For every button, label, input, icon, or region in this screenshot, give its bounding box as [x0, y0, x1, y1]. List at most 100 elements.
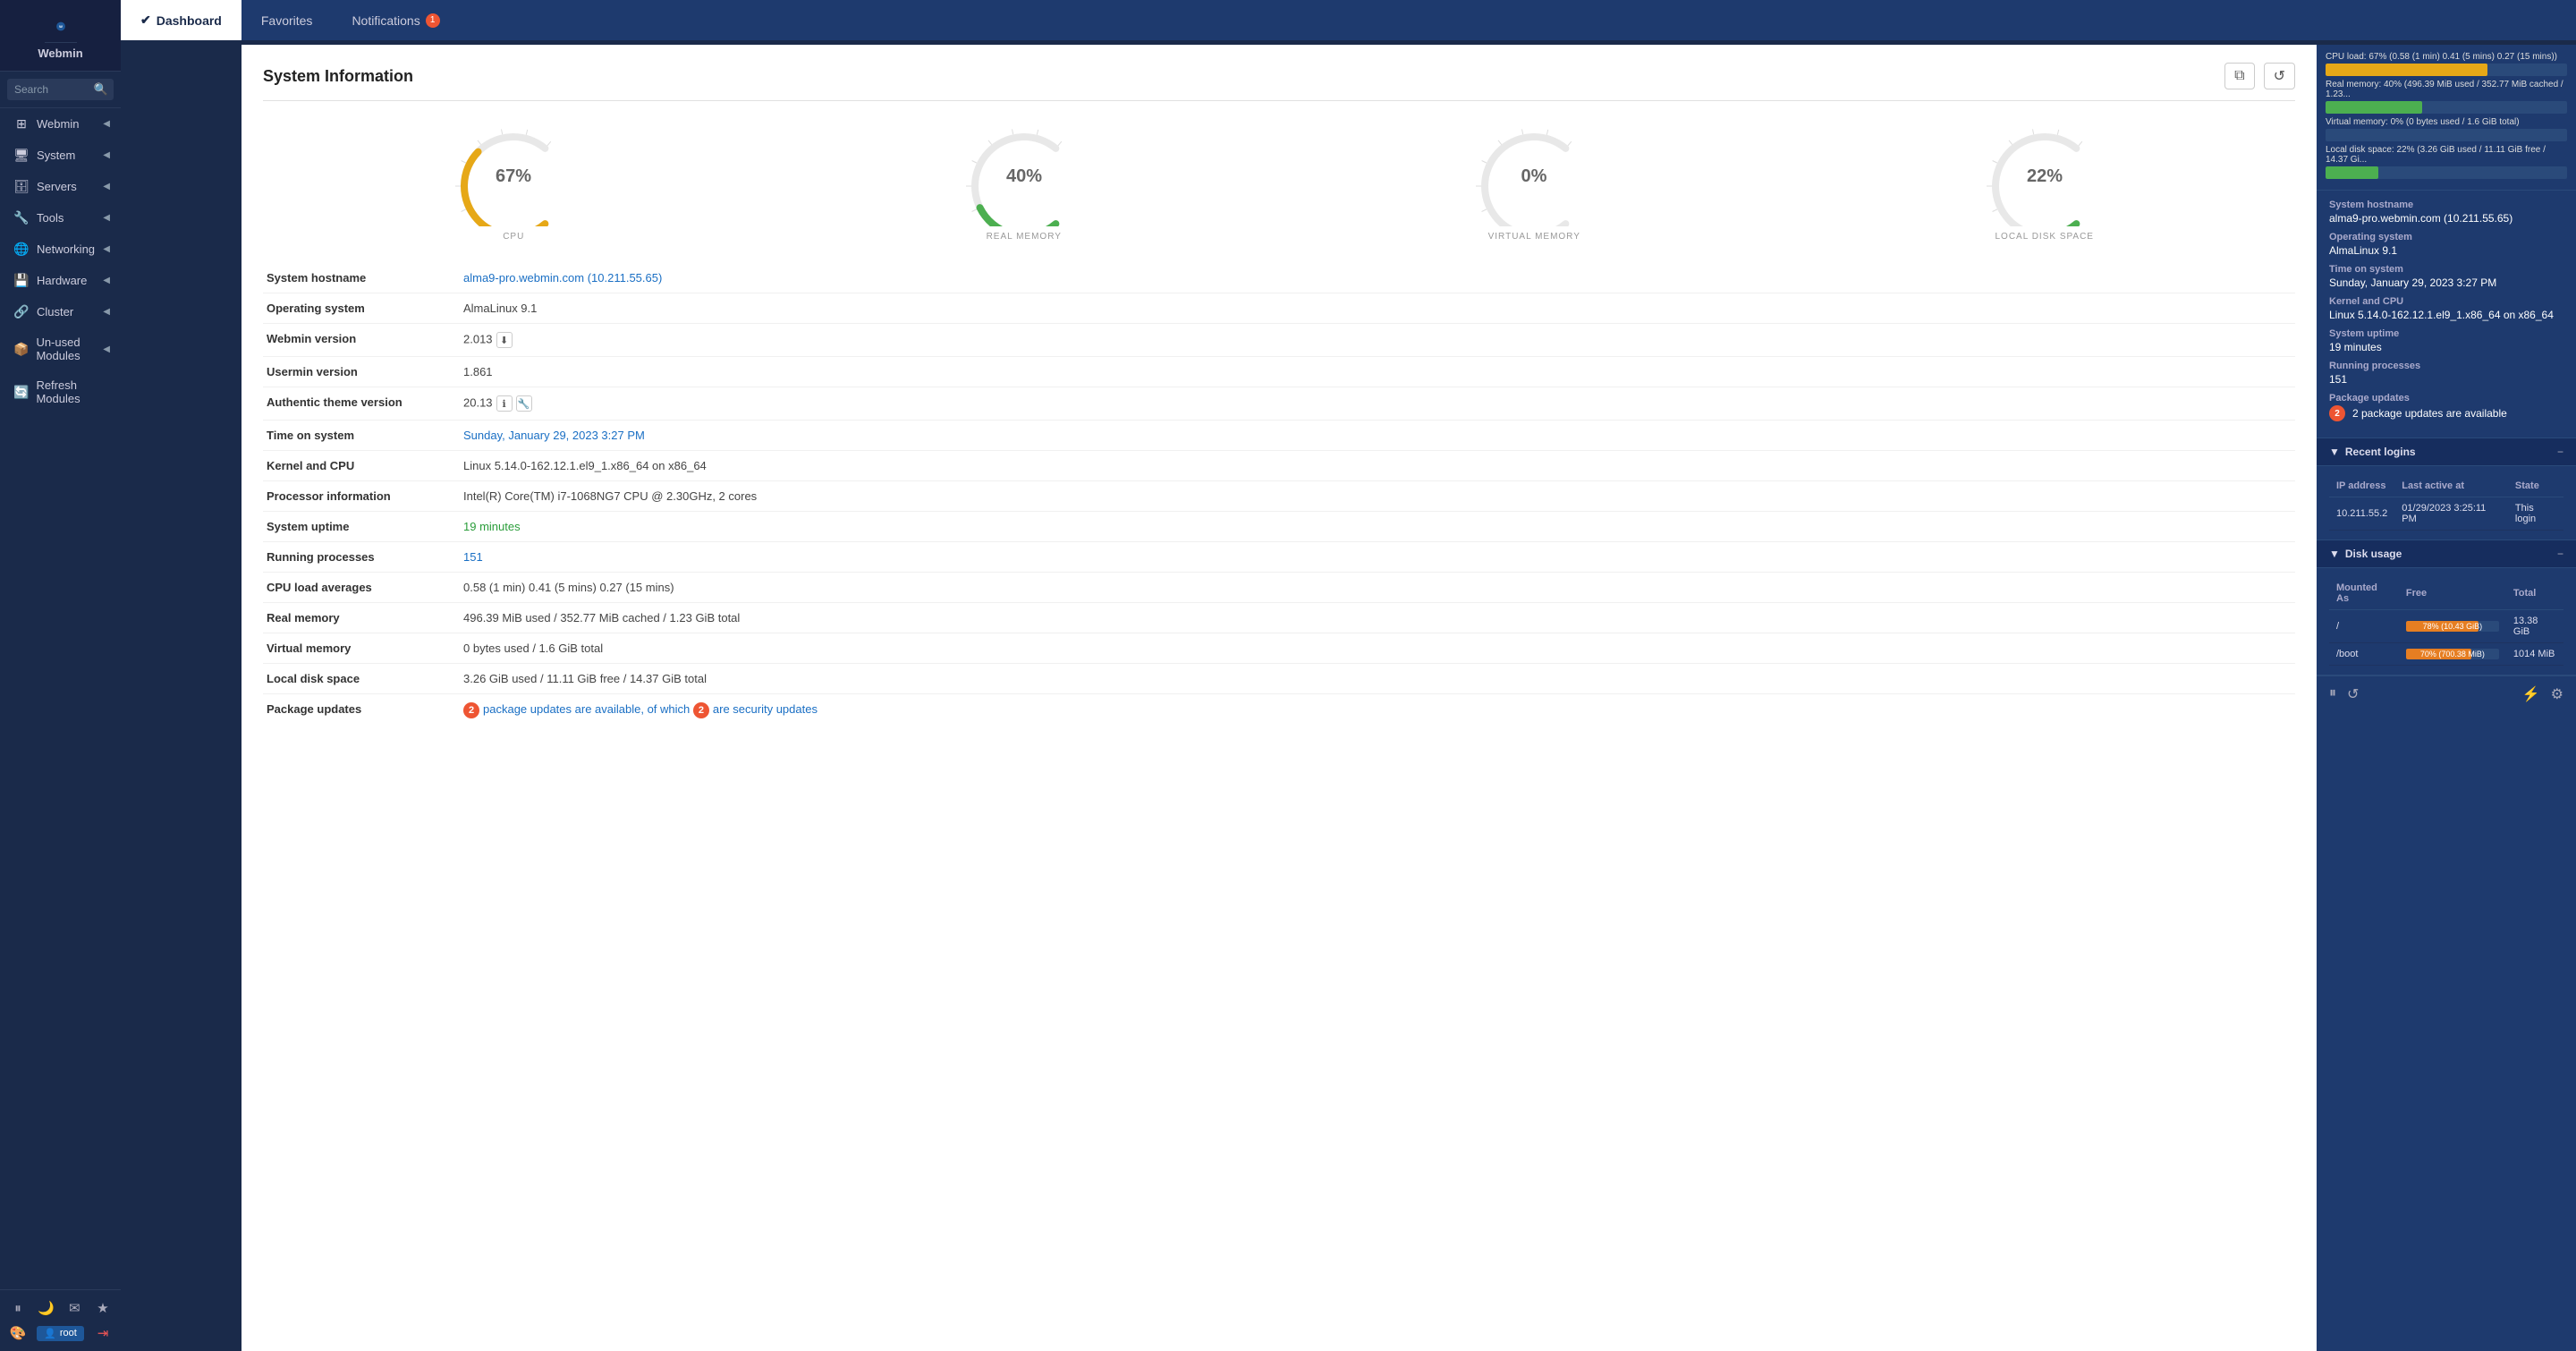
refresh-button[interactable]: ↺ — [2264, 63, 2295, 89]
sidebar-item-system[interactable]: 🖥 System ◀ — [0, 140, 121, 171]
disk-usage-header[interactable]: ▼ Disk usage − — [2317, 540, 2576, 568]
logout-icon[interactable]: ⇥ — [92, 1322, 114, 1344]
info-table: System hostname alma9-pro.webmin.com (10… — [263, 263, 2295, 726]
info-icon[interactable]: ℹ — [496, 395, 513, 412]
tab-favorites[interactable]: Favorites — [242, 0, 333, 40]
gauge-label-local_disk: LOCAL DISK SPACE — [1996, 232, 2094, 242]
servers-icon: 🗄 — [13, 179, 30, 194]
theme-icon[interactable]: 🎨 — [7, 1322, 29, 1344]
nav-item-left: 🔧 Tools — [13, 210, 64, 225]
sidebar-item-webmin[interactable]: ⊞ Webmin ◀ — [0, 108, 121, 140]
link-value[interactable]: 19 minutes — [463, 520, 521, 533]
sidebar-item-unused[interactable]: 📦 Un-used Modules ◀ — [0, 327, 121, 370]
user-badge[interactable]: 👤 root — [37, 1326, 84, 1341]
pause-footer-icon[interactable]: ⏸ — [2329, 685, 2336, 703]
recent-logins-table: IP address Last active at State 10.211.5… — [2329, 475, 2563, 531]
disk-mounted: / — [2329, 610, 2399, 643]
mini-bar-fill — [2326, 101, 2422, 114]
nav-item-label: System — [37, 149, 75, 162]
gauge-local_disk: 22% LOCAL DISK SPACE — [1794, 119, 2296, 242]
pause-icon[interactable]: ⏸ — [7, 1297, 29, 1319]
right-stat-row: System hostname alma9-pro.webmin.com (10… — [2329, 200, 2563, 225]
right-stat-row: Kernel and CPU Linux 5.14.0-162.12.1.el9… — [2329, 296, 2563, 321]
gauge-svg-real_memory: 40% — [953, 119, 1096, 226]
stat-value: Sunday, January 29, 2023 3:27 PM — [2329, 276, 2563, 289]
col-total: Total — [2506, 577, 2563, 610]
sidebar-item-hardware[interactable]: 💾 Hardware ◀ — [0, 265, 121, 296]
sidebar-item-tools[interactable]: 🔧 Tools ◀ — [0, 202, 121, 234]
mail-icon[interactable]: ✉ — [64, 1297, 85, 1319]
svg-text:0%: 0% — [1521, 166, 1547, 186]
sidebar-item-cluster[interactable]: 🔗 Cluster ◀ — [0, 296, 121, 327]
pkg-badge-2: 2 — [693, 702, 709, 718]
info-value: AlmaLinux 9.1 — [463, 302, 537, 315]
info-label: CPU load averages — [263, 573, 460, 603]
table-row: Time on system Sunday, January 29, 2023 … — [263, 421, 2295, 451]
info-label: Authentic theme version — [263, 387, 460, 421]
user-icon: 👤 — [44, 1328, 56, 1339]
stats-footer-icon[interactable]: ⚡ — [2522, 685, 2540, 703]
right-footer-icons2: ⚡ ⚙ — [2522, 685, 2563, 703]
stat-label: System uptime — [2329, 328, 2563, 339]
right-stat-row: Running processes 151 — [2329, 361, 2563, 386]
recent-logins-header[interactable]: ▼ Recent logins − — [2317, 438, 2576, 466]
link-value[interactable]: alma9-pro.webmin.com (10.211.55.65) — [463, 271, 662, 285]
link-value[interactable]: Sunday, January 29, 2023 3:27 PM — [463, 429, 645, 442]
system-info-card: System Information ⧉ ↺ 67% CPU 40% REAL … — [242, 45, 2317, 1351]
dashboard-check-icon: ✔ — [140, 13, 151, 28]
gauge-label-cpu: CPU — [503, 232, 524, 242]
download-icon[interactable]: ⬇ — [496, 332, 513, 348]
settings-footer-icon[interactable]: ⚙ — [2551, 685, 2563, 703]
info-label: Kernel and CPU — [263, 451, 460, 481]
recent-logins-title: ▼ Recent logins — [2329, 446, 2416, 458]
pkg-updates-link[interactable]: package updates are available, of which — [483, 702, 690, 716]
info-value-cell: AlmaLinux 9.1 — [460, 293, 2295, 324]
sidebar-header: W Webmin — [0, 0, 121, 72]
info-value-cell: Linux 5.14.0-162.12.1.el9_1.x86_64 on x8… — [460, 451, 2295, 481]
tab-notifications[interactable]: Notifications 1 — [332, 0, 459, 40]
gauge-virtual_memory: 0% VIRTUAL MEMORY — [1284, 119, 1785, 242]
login-state: This login — [2508, 497, 2563, 531]
sidebar-footer: ⏸ 🌙 ✉ ★ 🎨 👤 root ⇥ — [0, 1289, 121, 1351]
info-value: 0 bytes used / 1.6 GiB total — [463, 642, 603, 655]
login-row: 10.211.55.2 01/29/2023 3:25:11 PM This l… — [2329, 497, 2563, 531]
security-updates-link[interactable]: are security updates — [713, 702, 818, 716]
nav-arrow-icon: ◀ — [103, 244, 110, 254]
refresh-footer-icon[interactable]: ↺ — [2347, 685, 2359, 703]
info-label: Virtual memory — [263, 633, 460, 664]
star-icon[interactable]: ★ — [92, 1297, 114, 1319]
table-row: Operating system AlmaLinux 9.1 — [263, 293, 2295, 324]
stat-value: Linux 5.14.0-162.12.1.el9_1.x86_64 on x8… — [2329, 309, 2563, 321]
nav-item-left: 🔗 Cluster — [13, 304, 73, 319]
info-value-cell: 2.013⬇ — [460, 324, 2295, 357]
nav-item-label: Servers — [37, 180, 77, 193]
nav-item-left: 🖥 System — [13, 148, 75, 163]
info-label: Running processes — [263, 542, 460, 573]
right-stat-row: Time on system Sunday, January 29, 2023 … — [2329, 264, 2563, 289]
right-stat-row: Package updates 22 package updates are a… — [2329, 393, 2563, 421]
link-value[interactable]: 151 — [463, 550, 483, 564]
nav-item-left: 💾 Hardware — [13, 273, 87, 288]
sidebar-item-refresh[interactable]: 🔄 Refresh Modules — [0, 370, 121, 413]
right-stats: System hostname alma9-pro.webmin.com (10… — [2317, 191, 2576, 438]
mini-bar-label: Local disk space: 22% (3.26 GiB used / 1… — [2326, 145, 2567, 165]
wrench-icon[interactable]: 🔧 — [516, 395, 532, 412]
table-row: Authentic theme version 20.13ℹ🔧 — [263, 387, 2295, 421]
info-label: Usermin version — [263, 357, 460, 387]
info-value: Intel(R) Core(TM) i7-1068NG7 CPU @ 2.30G… — [463, 489, 757, 503]
info-value-cell: 0.58 (1 min) 0.41 (5 mins) 0.27 (15 mins… — [460, 573, 2295, 603]
copy-button[interactable]: ⧉ — [2224, 63, 2254, 89]
table-row: CPU load averages 0.58 (1 min) 0.41 (5 m… — [263, 573, 2295, 603]
login-ip: 10.211.55.2 — [2329, 497, 2394, 531]
tab-dashboard[interactable]: ✔ Dashboard — [121, 0, 242, 40]
sidebar-item-networking[interactable]: 🌐 Networking ◀ — [0, 234, 121, 265]
nav-item-label: Un-used Modules — [36, 336, 103, 362]
table-row: Processor information Intel(R) Core(TM) … — [263, 481, 2295, 512]
card-title: System Information — [263, 67, 413, 86]
moon-icon[interactable]: 🌙 — [36, 1297, 57, 1319]
sidebar-item-servers[interactable]: 🗄 Servers ◀ — [0, 171, 121, 202]
stat-label: System hostname — [2329, 200, 2563, 210]
table-row: Real memory 496.39 MiB used / 352.77 MiB… — [263, 603, 2295, 633]
info-value-cell: 151 — [460, 542, 2295, 573]
nav-arrow-icon: ◀ — [103, 307, 110, 317]
